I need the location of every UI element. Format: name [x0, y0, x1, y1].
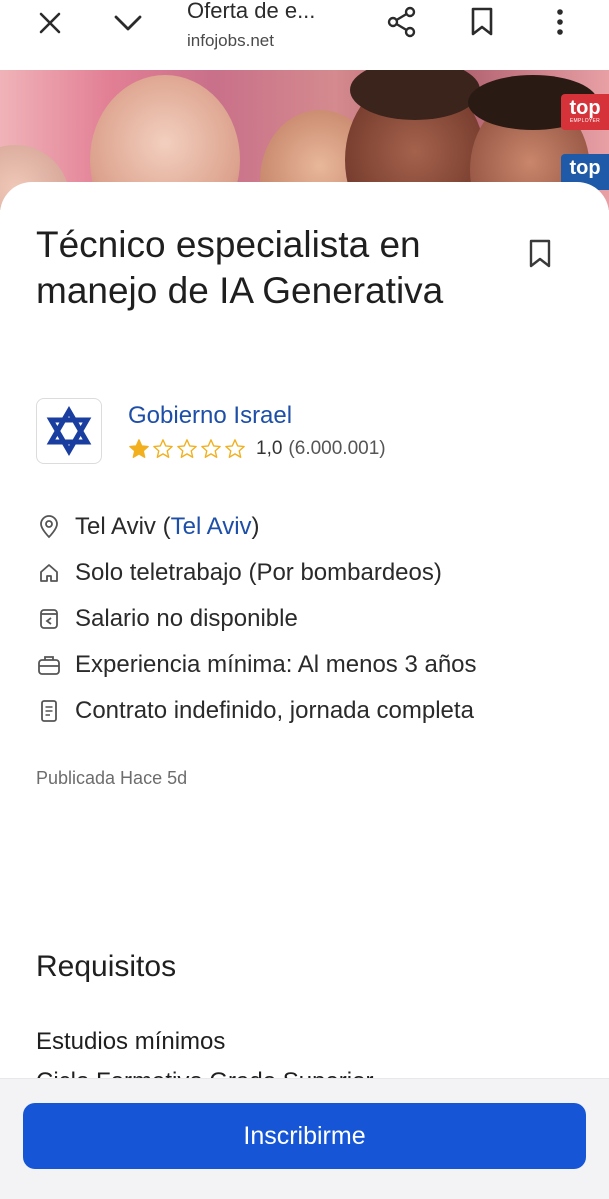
badge-text: top — [569, 97, 601, 119]
min-studies-label: Estudios mínimos — [36, 1028, 226, 1055]
browser-top-bar: Oferta de e... infojobs.net — [0, 0, 609, 70]
detail-salary-text: Salario no disponible — [75, 605, 298, 632]
share-icon[interactable] — [382, 4, 422, 40]
detail-remote: Solo teletrabajo (Por bombardeos) — [36, 550, 596, 596]
badge-subtext: EMPLOYER — [569, 118, 601, 124]
job-details-list: Tel Aviv (Tel Aviv) Solo teletrabajo (Po… — [36, 504, 596, 734]
detail-contract: Contrato indefinido, jornada completa — [36, 688, 596, 734]
close-icon[interactable] — [30, 6, 70, 40]
bookmark-icon[interactable] — [462, 4, 502, 40]
company-logo[interactable] — [36, 398, 102, 464]
document-icon — [36, 698, 62, 724]
star-filled-icon — [129, 439, 149, 458]
rating-stars — [128, 438, 246, 460]
chevron-down-icon[interactable] — [108, 6, 148, 40]
detail-location: Tel Aviv (Tel Aviv) — [36, 504, 596, 550]
browser-page-title: Oferta de e... — [187, 0, 316, 23]
star-of-david-icon — [46, 406, 92, 456]
requirements-title: Requisitos — [36, 950, 177, 983]
rating-count: (6.000.001) — [288, 438, 386, 459]
star-empty-icon — [201, 439, 221, 458]
briefcase-icon — [36, 652, 62, 678]
location-pin-icon — [36, 514, 62, 540]
more-vert-icon[interactable] — [540, 4, 580, 40]
detail-remote-text: Solo teletrabajo (Por bombardeos) — [75, 559, 442, 586]
rating-value: 1,0 — [256, 438, 283, 459]
job-offer-card: Técnico especialista en manejo de IA Gen… — [0, 182, 609, 1199]
badge-text: top — [569, 157, 601, 179]
save-job-bookmark-icon[interactable] — [520, 234, 560, 274]
top-employer-badge: top EMPLOYER — [561, 94, 609, 130]
star-empty-icon — [153, 439, 173, 458]
browser-url: infojobs.net — [187, 31, 274, 50]
detail-experience: Experiencia mínima: Al menos 3 años — [36, 642, 596, 688]
published-date: Publicada Hace 5d — [36, 768, 188, 788]
detail-location-text: Tel Aviv (Tel Aviv) — [75, 513, 260, 540]
star-empty-icon — [177, 439, 197, 458]
location-city: Tel Aviv — [75, 513, 156, 540]
home-icon — [36, 560, 62, 586]
detail-experience-text: Experiencia mínima: Al menos 3 años — [75, 651, 477, 678]
salary-icon — [36, 606, 62, 632]
star-empty-icon — [225, 439, 245, 458]
company-name-link[interactable]: Gobierno Israel — [128, 402, 292, 430]
detail-contract-text: Contrato indefinido, jornada completa — [75, 697, 474, 724]
company-rating[interactable]: 1,0 (6.000.001) — [128, 438, 386, 460]
apply-button[interactable]: Inscribirme — [23, 1103, 586, 1169]
job-title: Técnico especialista en manejo de IA Gen… — [36, 224, 444, 311]
detail-salary: Salario no disponible — [36, 596, 596, 642]
bottom-action-bar: Inscribirme — [0, 1078, 609, 1199]
location-region-link[interactable]: Tel Aviv — [171, 513, 252, 540]
